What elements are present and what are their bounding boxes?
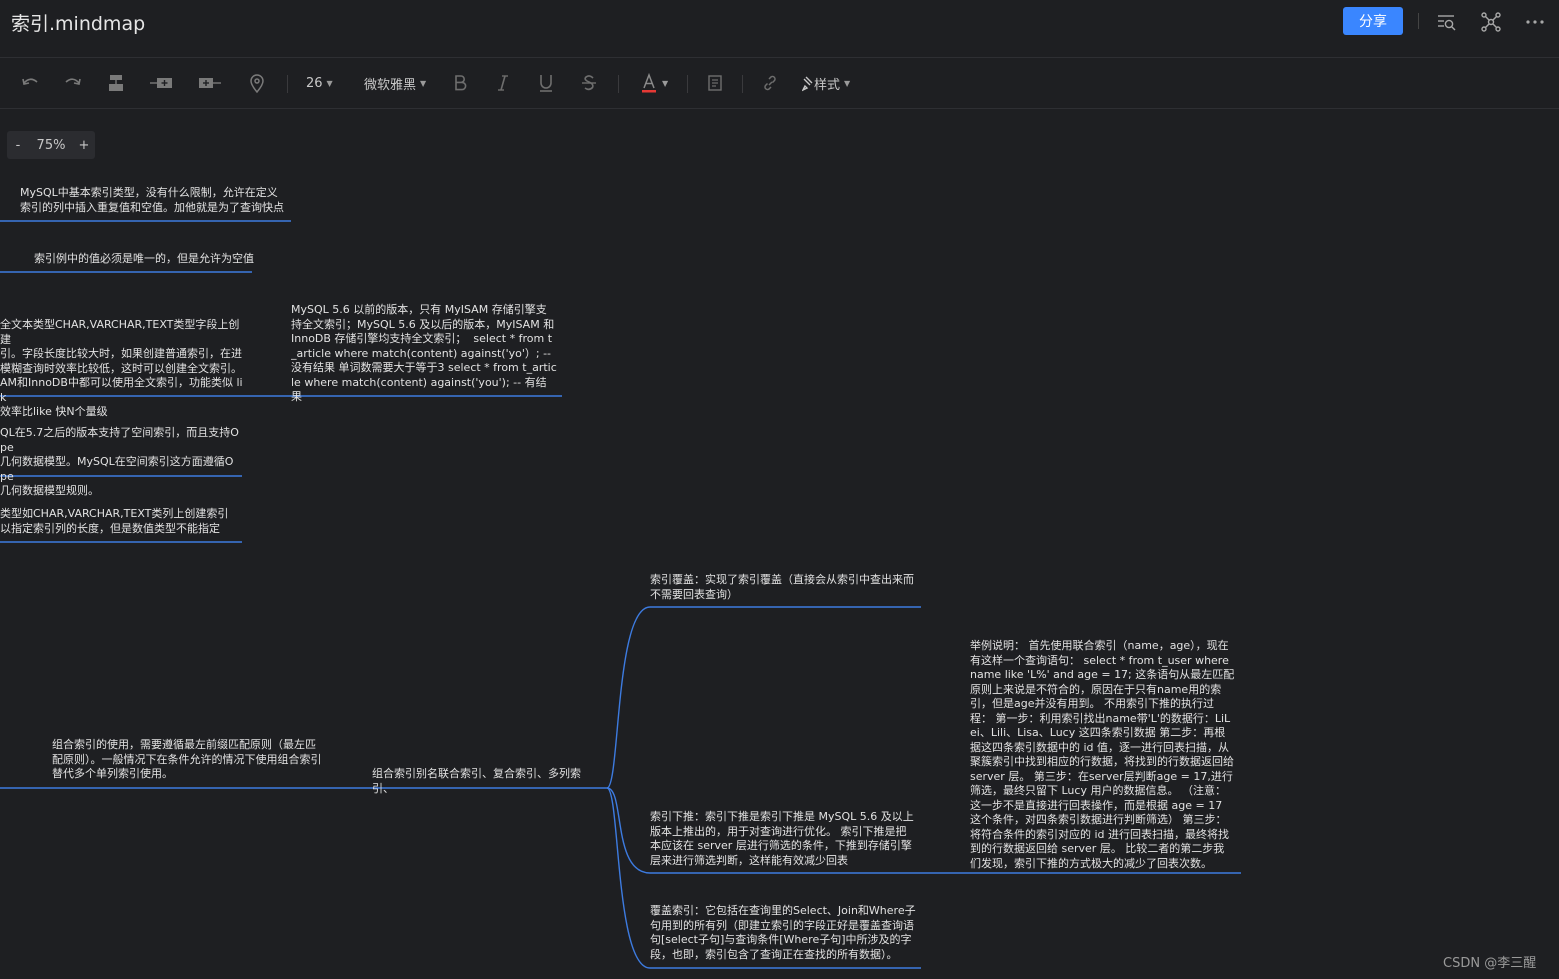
mindmap-node-prefix-index[interactable]: 类型如CHAR,VARCHAR,TEXT类列上创建索引 以指定索引列的长度，但是… [0,507,240,536]
mindmap-node-index-pushdown[interactable]: 索引下推：索引下推是索引下推是 MySQL 5.6 及以上版本上推出的，用于对查… [650,810,916,868]
mindmap-node-composite-alias[interactable]: 组合索引别名联合索引、复合索引、多列索引、 [372,767,602,796]
mindmap-node-unique-index[interactable]: 索引例中的值必须是唯一的，但是允许为空值 [34,252,254,267]
mindmap-node-normal-index[interactable]: MySQL中基本索引类型，没有什么限制，允许在定义索引的列中插入重复值和空值。加… [20,186,285,215]
mindmap-node-covering-definition[interactable]: 覆盖索引：它包括在查询里的Select、Join和Where子句用到的所有列（即… [650,904,916,962]
mindmap-node-spatial-index[interactable]: QL在5.7之后的版本支持了空间索引，而且支持Ope 几何数据模型。MySQL在… [0,426,240,499]
watermark: CSDN @李三醒 [1443,956,1537,971]
mindmap-canvas[interactable]: MySQL中基本索引类型，没有什么限制，允许在定义索引的列中插入重复值和空值。加… [0,0,1559,979]
mindmap-node-fulltext-index[interactable]: 全文本类型CHAR,VARCHAR,TEXT类型字段上创建 引。字段长度比较大时… [0,318,245,420]
mindmap-node-fulltext-version[interactable]: MySQL 5.6 以前的版本，只有 MyISAM 存储引擎支持全文索引；MyS… [291,303,557,405]
mindmap-node-composite-usage[interactable]: 组合索引的使用，需要遵循最左前缀匹配原则（最左匹配原则）。一般情况下在条件允许的… [52,738,322,782]
mindmap-node-covering-index[interactable]: 索引覆盖：实现了索引覆盖（直接会从索引中查出来而不需要回表查询） [650,573,918,602]
mindmap-node-pushdown-example[interactable]: 举例说明： 首先使用联合索引（name，age），现在有这样一个查询语句： se… [970,639,1235,871]
